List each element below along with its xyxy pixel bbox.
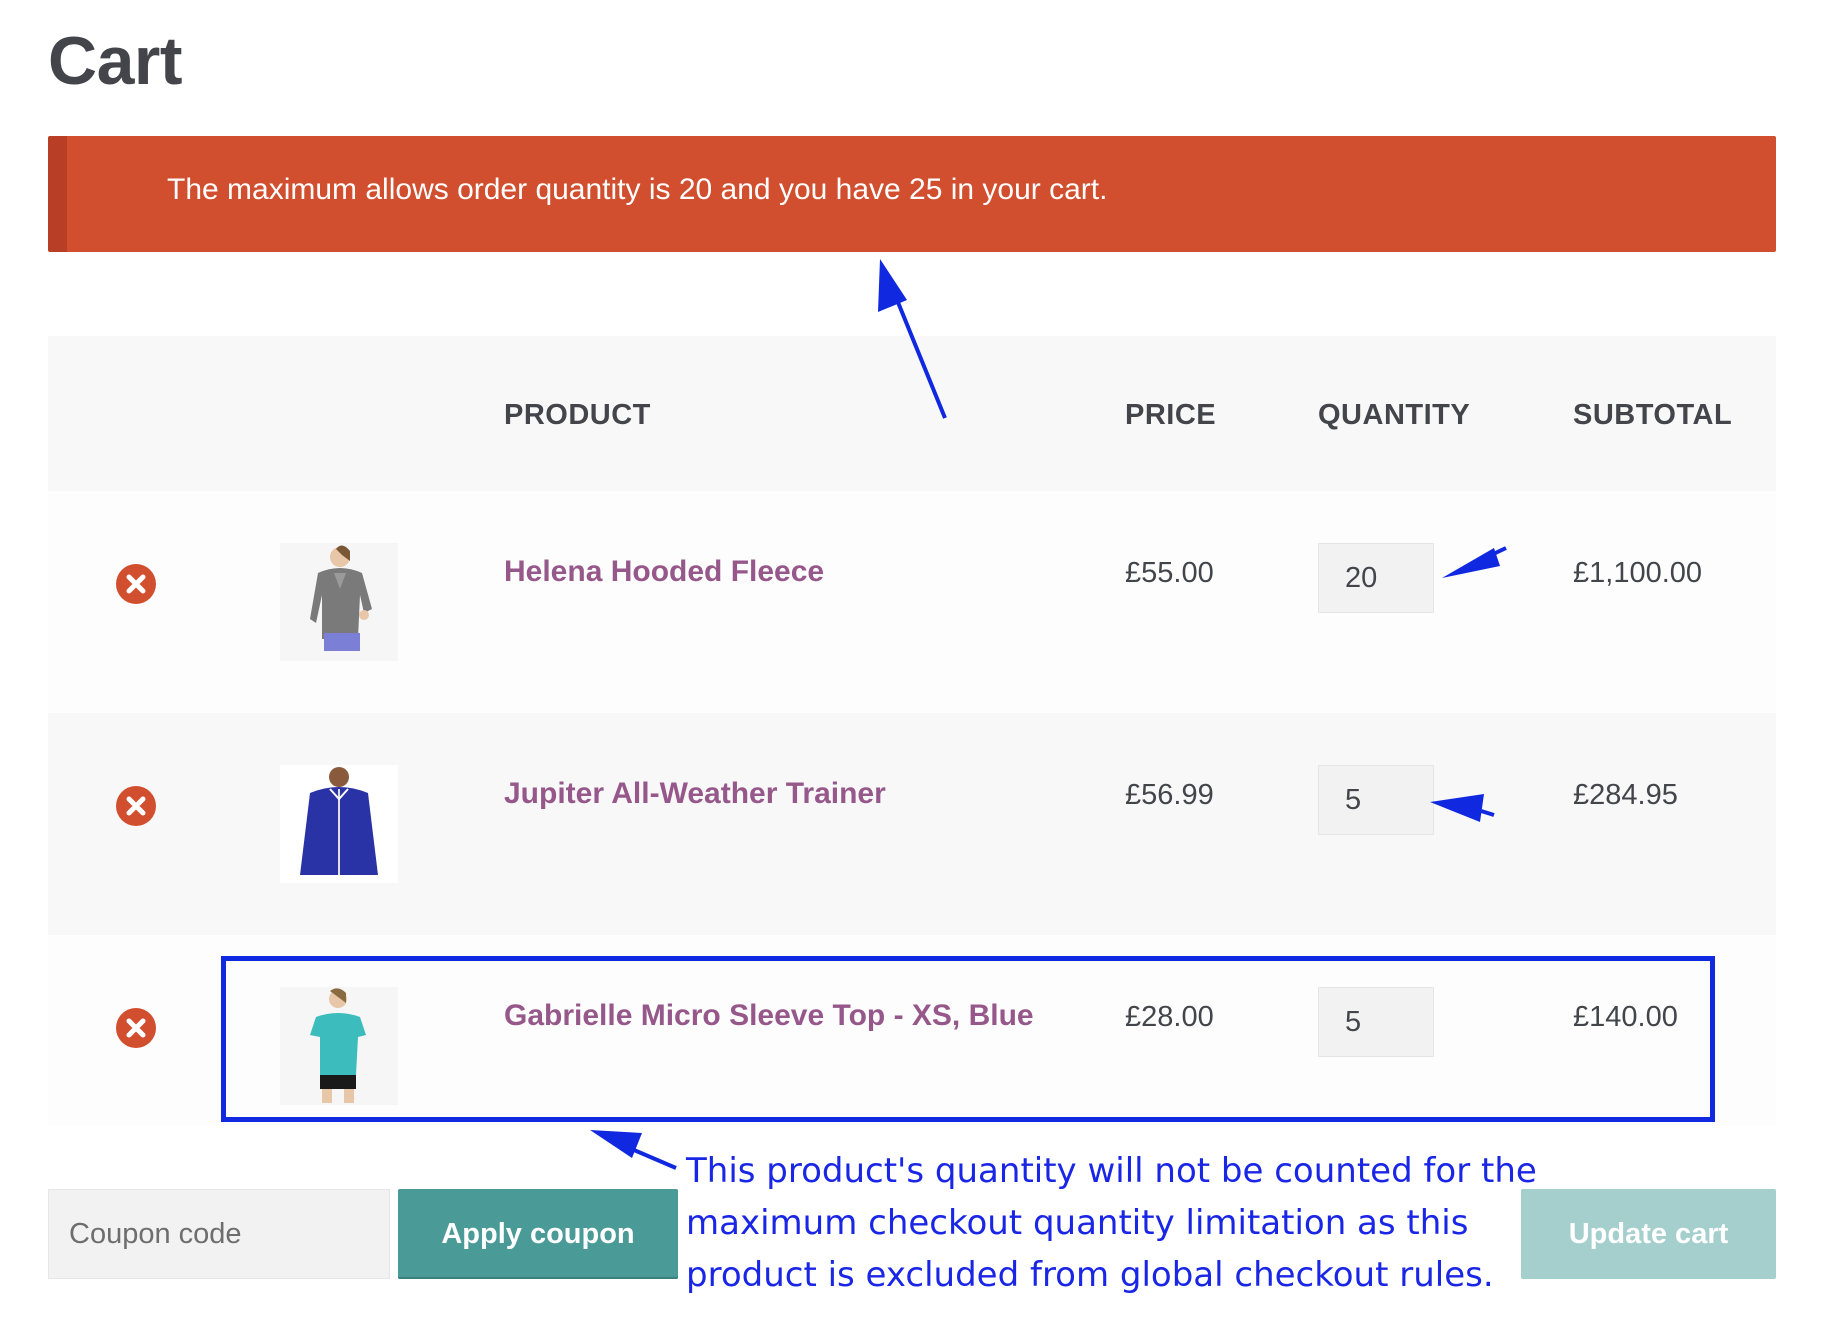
arrow-to-quantity-2-icon [1430, 794, 1495, 822]
annotation-line: maximum checkout quantity limitation as … [686, 1203, 1469, 1243]
annotation-line: product is excluded from global checkout… [686, 1255, 1494, 1295]
arrow-to-highlight-icon [590, 1130, 677, 1170]
annotation-arrows [590, 259, 1507, 1170]
arrow-to-notice-icon [878, 259, 947, 419]
annotation-line: This product's quantity will not be coun… [686, 1151, 1537, 1191]
arrow-to-quantity-1-icon [1442, 546, 1507, 578]
annotation-note: This product's quantity will not be coun… [686, 1145, 1566, 1301]
